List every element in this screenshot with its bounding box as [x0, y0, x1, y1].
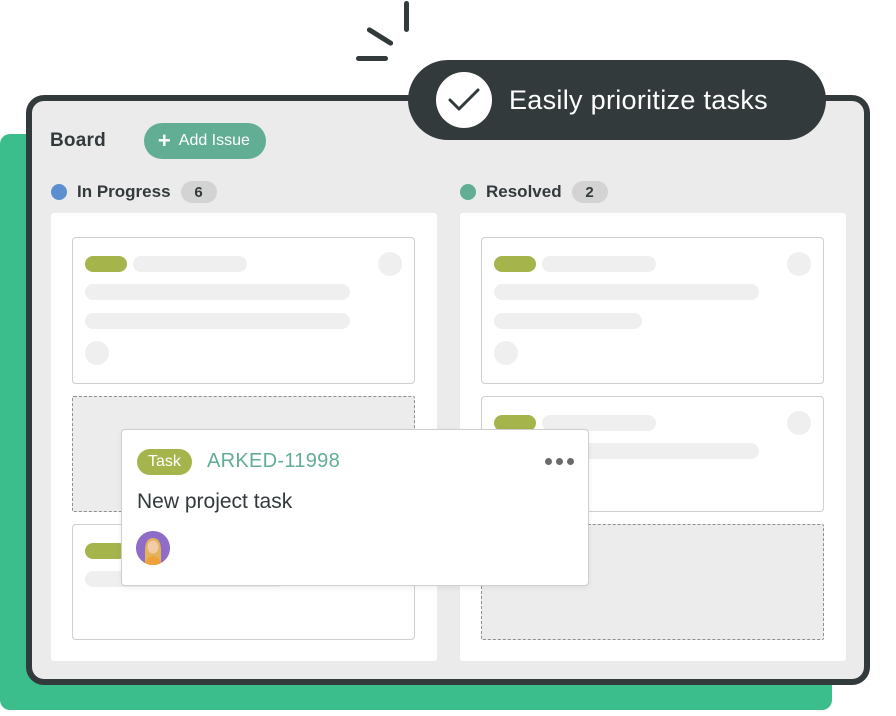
checkmark-icon — [436, 72, 492, 128]
column-name: Resolved — [486, 182, 562, 201]
placeholder-line — [85, 284, 350, 300]
status-dot-resolved — [460, 184, 476, 200]
task-type-tag: Task — [137, 449, 192, 475]
placeholder-tag — [494, 256, 536, 272]
more-horizontal-icon[interactable] — [545, 458, 574, 465]
placeholder-line — [542, 256, 656, 272]
assignee-avatar[interactable] — [136, 531, 170, 565]
column-count-badge: 2 — [571, 181, 608, 203]
column-header-in-progress: In Progress 6 — [51, 181, 217, 203]
column-name: In Progress — [77, 182, 171, 201]
sparkle-mark-middle — [365, 26, 395, 47]
column-header-resolved: Resolved 2 — [460, 181, 608, 203]
add-issue-label: Add Issue — [178, 132, 250, 149]
placeholder-avatar — [787, 252, 811, 276]
status-dot-in-progress — [51, 184, 67, 200]
feature-badge: Easily prioritize tasks — [408, 60, 826, 140]
placeholder-card[interactable] — [72, 237, 415, 384]
sparkle-mark-top — [404, 1, 409, 32]
task-card-dragging[interactable]: Task ARKED-11998 New project task — [121, 429, 589, 586]
board-window: Board + Add Issue In Progress 6 Resolved… — [26, 95, 870, 685]
sparkle-mark-bottom — [356, 56, 388, 61]
add-issue-button[interactable]: + Add Issue — [143, 123, 266, 159]
placeholder-line — [133, 256, 247, 272]
placeholder-avatar — [378, 252, 402, 276]
task-title: New project task — [137, 490, 293, 513]
board-header: Board + Add Issue — [50, 123, 266, 159]
placeholder-avatar — [85, 341, 109, 365]
placeholder-avatar — [787, 411, 811, 435]
placeholder-avatar — [494, 341, 518, 365]
placeholder-line — [85, 313, 350, 329]
placeholder-tag — [85, 256, 127, 272]
placeholder-card[interactable] — [481, 237, 824, 384]
column-count-badge: 6 — [180, 181, 217, 203]
feature-badge-text: Easily prioritize tasks — [509, 84, 768, 115]
placeholder-line — [494, 313, 642, 329]
board-title: Board — [50, 130, 106, 151]
placeholder-line — [494, 284, 759, 300]
task-key-link[interactable]: ARKED-11998 — [207, 450, 340, 473]
plus-icon: + — [157, 128, 171, 153]
